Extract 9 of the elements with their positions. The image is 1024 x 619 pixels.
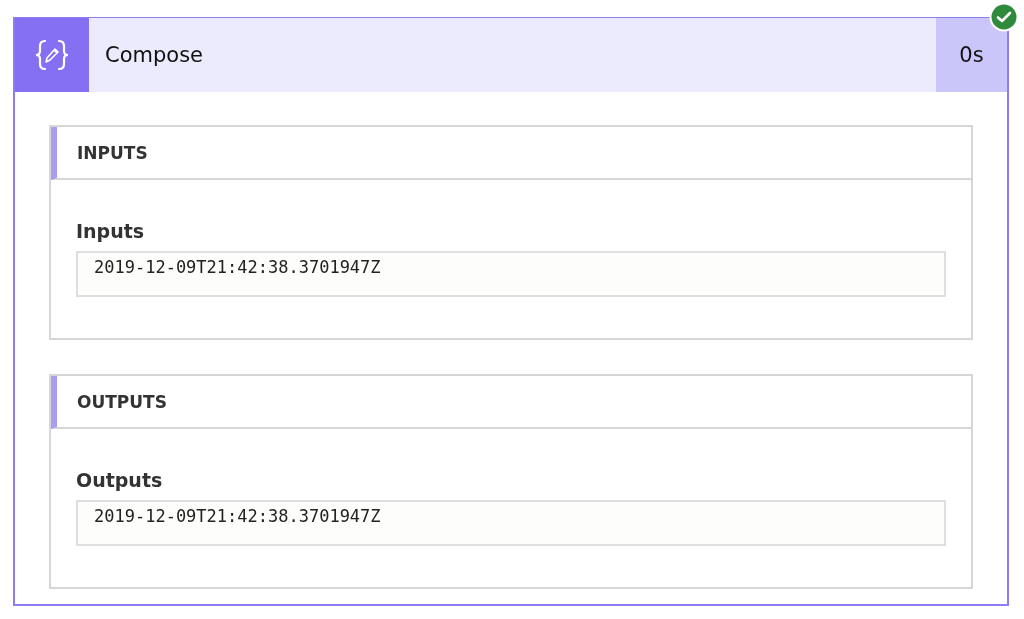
action-header[interactable]: Compose 0s	[15, 18, 1007, 92]
duration-label: 0s	[936, 18, 1007, 92]
value-field[interactable]: 2019-12-09T21:42:38.3701947Z	[76, 251, 946, 297]
section-heading: OUTPUTS	[77, 391, 167, 412]
action-title: Compose	[104, 42, 204, 69]
field-label: Inputs	[76, 220, 146, 242]
value-field[interactable]: 2019-12-09T21:42:38.3701947Z	[76, 500, 946, 546]
field-label: Outputs	[76, 469, 164, 491]
section-heading: INPUTS	[77, 142, 148, 163]
